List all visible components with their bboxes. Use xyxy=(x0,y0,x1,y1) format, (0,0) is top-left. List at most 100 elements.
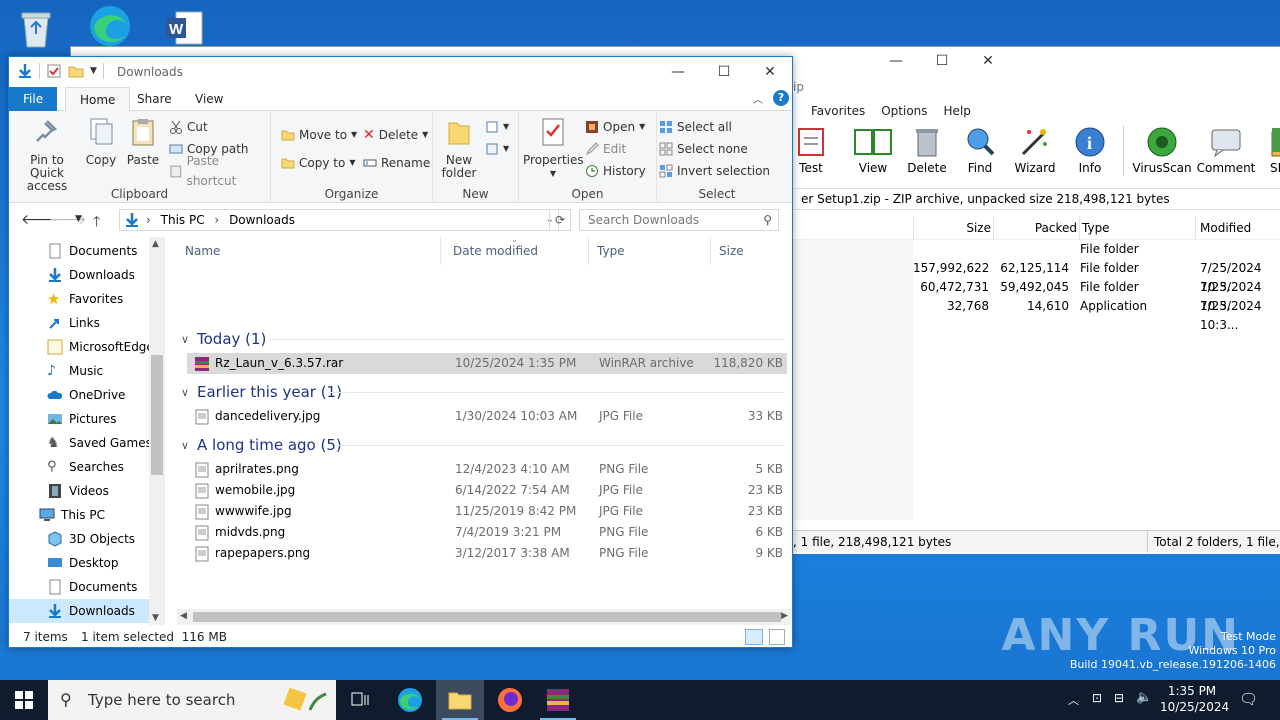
refresh-button[interactable]: ⟳ xyxy=(549,209,571,231)
tool-comment[interactable]: Comment xyxy=(1194,126,1258,182)
breadcrumb-this-pc[interactable]: This PC xyxy=(161,213,205,227)
maximize-button[interactable]: ☐ xyxy=(919,47,965,75)
tool-view[interactable]: View xyxy=(845,126,901,182)
winrar-row[interactable]: 60,472,731 59,492,045 File folder 7/25/2… xyxy=(793,278,1280,313)
recycle-bin-icon[interactable] xyxy=(14,6,58,50)
start-button[interactable] xyxy=(0,680,48,720)
edit-button[interactable]: Edit xyxy=(585,139,626,159)
properties-check-icon[interactable] xyxy=(46,63,62,79)
scroll-right-icon[interactable]: ▶ xyxy=(781,611,788,621)
col-modified[interactable]: Modified xyxy=(1195,216,1280,240)
file-row[interactable]: rapepapers.png 3/12/2017 3:38 AM PNG Fil… xyxy=(187,543,787,564)
easy-access-button[interactable]: ▼ xyxy=(485,139,509,159)
file-row[interactable]: dancedelivery.jpg 1/30/2024 10:03 AM JPG… xyxy=(187,406,787,427)
col-packed[interactable]: Packed xyxy=(993,216,1077,240)
edge-icon[interactable] xyxy=(88,4,132,48)
network-icon[interactable]: ⊡ xyxy=(1092,691,1102,705)
nav-item-videos[interactable]: Videos xyxy=(47,479,109,503)
scroll-down-icon[interactable]: ▼ xyxy=(152,613,159,623)
recent-chevron-icon[interactable]: ▼ xyxy=(75,214,82,224)
tool-delete[interactable]: Delete xyxy=(901,126,953,182)
task-view-button[interactable] xyxy=(336,680,384,720)
download-arrow-icon[interactable] xyxy=(17,63,33,79)
new-folder-button[interactable]: New folder xyxy=(439,117,479,180)
nav-item-music[interactable]: ♪ Music xyxy=(47,359,103,383)
winrar-row[interactable]: 32,768 14,610 Application 7/25/2024 10:3… xyxy=(793,297,1280,332)
nav-item-documents[interactable]: Documents xyxy=(47,239,137,263)
nav-item-saved-games[interactable]: ♞ Saved Games xyxy=(47,431,152,455)
delete-button[interactable]: ✕ Delete ▼ xyxy=(363,125,428,145)
copy-button[interactable]: Copy xyxy=(83,117,119,167)
menu-help[interactable]: Help xyxy=(944,104,971,118)
file-row[interactable]: wwwwife.jpg 11/25/2019 8:42 PM JPG File … xyxy=(187,501,787,522)
new-folder-icon[interactable] xyxy=(68,63,84,79)
tool-find[interactable]: Find xyxy=(953,126,1007,182)
minimize-button[interactable]: — xyxy=(873,47,919,75)
paste-button[interactable]: Paste xyxy=(125,117,161,167)
column-size[interactable]: Size xyxy=(711,237,787,265)
column-type[interactable]: Type xyxy=(589,237,711,265)
nav-item-onedrive[interactable]: OneDrive xyxy=(47,383,125,407)
close-button[interactable]: ✕ xyxy=(965,47,1011,75)
taskbar-search-input[interactable]: ⚲ Type here to search xyxy=(48,680,336,720)
scroll-left-icon[interactable]: ◀ xyxy=(180,611,187,621)
copy-to-button[interactable]: Copy to ▼ xyxy=(281,153,355,173)
ethernet-icon[interactable]: ⊟ xyxy=(1114,691,1124,705)
select-none-button[interactable]: Select none xyxy=(659,139,748,159)
move-to-button[interactable]: Move to ▼ xyxy=(281,125,357,145)
file-row[interactable]: midvds.png 7/4/2019 3:21 PM PNG File 6 K… xyxy=(187,522,787,543)
nav-item-this-pc[interactable]: This PC xyxy=(39,503,105,527)
scroll-up-icon[interactable]: ▲ xyxy=(152,239,159,249)
nav-item-pictures[interactable]: Pictures xyxy=(47,407,117,431)
nav-item-3d-objects[interactable]: 3D Objects xyxy=(47,527,135,551)
invert-selection-button[interactable]: Invert selection xyxy=(659,161,770,181)
tool-test[interactable]: Test xyxy=(793,126,829,182)
word-icon[interactable]: W xyxy=(162,6,206,50)
maximize-button[interactable]: ☐ xyxy=(701,57,747,87)
search-input[interactable]: Search Downloads ⚲ xyxy=(579,209,779,231)
taskbar-firefox[interactable] xyxy=(486,680,534,720)
explorer-window[interactable]: ▼ Downloads — ☐ ✕ File Home Share View ︿… xyxy=(8,56,793,648)
file-row[interactable]: aprilrates.png 12/4/2023 4:10 AM PNG Fil… xyxy=(187,459,787,480)
rename-button[interactable]: Rename xyxy=(363,153,430,173)
scroll-thumb[interactable] xyxy=(151,355,163,475)
file-row[interactable]: wemobile.jpg 6/14/2022 7:54 AM JPG File … xyxy=(187,480,787,501)
winrar-row[interactable]: File folder xyxy=(793,240,1280,259)
up-arrow-icon[interactable]: 🡑 xyxy=(93,211,100,235)
notification-icon[interactable]: 🗨 xyxy=(1239,690,1258,708)
details-view-icon[interactable] xyxy=(745,629,763,645)
new-item-button[interactable]: ▼ xyxy=(485,117,509,137)
large-icons-view-icon[interactable] xyxy=(769,629,785,645)
column-name[interactable]: Name xyxy=(177,237,441,265)
nav-item-desktop[interactable]: Desktop xyxy=(47,551,119,575)
close-button[interactable]: ✕ xyxy=(747,57,793,87)
tool-sfx[interactable]: SFX xyxy=(1258,126,1280,182)
taskbar-winrar[interactable] xyxy=(534,680,582,720)
paste-shortcut-button[interactable]: Paste shortcut xyxy=(169,154,270,188)
nav-item-downloads-pc[interactable]: Downloads xyxy=(9,599,149,623)
clock[interactable]: 1:35 PM 10/25/2024 xyxy=(1160,683,1229,715)
file-hscrollbar[interactable]: ◀ ▶ xyxy=(177,609,791,625)
nav-item-microsoftedge[interactable]: MicrosoftEdge xyxy=(47,335,154,359)
nav-scrollbar[interactable]: ▲ ▼ xyxy=(149,237,165,625)
pin-quick-access-button[interactable]: Pin to Quick access xyxy=(15,117,79,193)
chevron-down-icon[interactable]: ▼ xyxy=(90,66,97,76)
collapse-ribbon-icon[interactable]: ︿ xyxy=(753,91,763,106)
help-icon[interactable]: ? xyxy=(773,90,789,106)
scroll-thumb[interactable] xyxy=(193,612,781,622)
menu-favorites[interactable]: Favorites xyxy=(811,104,865,118)
file-row[interactable]: Rz_Laun_v_6.3.57.rar 10/25/2024 1:35 PM … xyxy=(187,353,787,374)
volume-icon[interactable]: 🔈 xyxy=(1136,690,1152,705)
open-button[interactable]: Open ▼ xyxy=(585,117,645,137)
select-all-button[interactable]: Select all xyxy=(659,117,732,137)
group-today[interactable]: ∨ Today (1) xyxy=(177,327,266,351)
nav-item-downloads[interactable]: Downloads xyxy=(47,263,135,287)
menu-options[interactable]: Options xyxy=(881,104,927,118)
breadcrumb-downloads[interactable]: Downloads xyxy=(229,213,295,227)
chevron-up-icon[interactable]: ︿ xyxy=(1068,692,1079,708)
col-size[interactable]: Size xyxy=(913,216,991,240)
taskbar-file-explorer[interactable] xyxy=(436,680,484,720)
tab-share[interactable]: Share xyxy=(123,87,186,111)
tab-home[interactable]: Home xyxy=(65,87,131,112)
tool-virusscan[interactable]: VirusScan xyxy=(1130,126,1194,182)
